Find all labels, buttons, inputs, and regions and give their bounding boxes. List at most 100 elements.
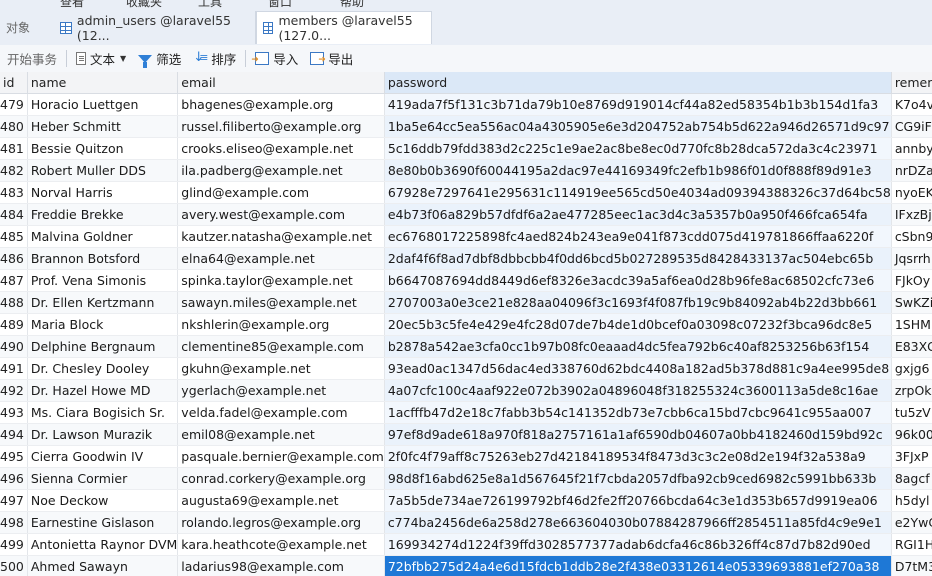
table-row[interactable]: 480 Heber Schmitt russel.filiberto@example… xyxy=(0,115,932,138)
cell-email[interactable]: ladarius98@example.com xyxy=(177,555,385,576)
cell-id[interactable]: 481 xyxy=(0,137,28,160)
cell-email[interactable]: kara.heathcote@example.net xyxy=(177,533,385,556)
cell-remember-token[interactable]: zrpOk xyxy=(891,379,932,402)
table-row[interactable]: 491 Dr. Chesley Dooley gkuhn@example.net 93… xyxy=(0,357,932,380)
cell-name[interactable]: Brannon Botsford xyxy=(27,247,179,270)
cell-password[interactable]: 1ba5e64cc5ea556ac04a4305905e6e3d204752ab… xyxy=(384,115,892,138)
cell-email[interactable]: conrad.corkery@example.org xyxy=(177,467,385,490)
begin-transaction-button[interactable]: 开始事务 xyxy=(0,48,63,70)
cell-email[interactable]: russel.filiberto@example.org xyxy=(177,115,385,138)
cell-password[interactable]: 4a07cfc100c4aaf922e072b3902a04896048f318… xyxy=(384,379,892,402)
column-header-remember-token[interactable]: remember_token xyxy=(891,72,932,94)
cell-email[interactable]: augusta69@example.net xyxy=(177,489,385,512)
cell-password[interactable]: 67928e7297641e295631c114919ee565cd50e403… xyxy=(384,181,892,204)
cell-email[interactable]: spinka.taylor@example.net xyxy=(177,269,385,292)
cell-name[interactable]: Malvina Goldner xyxy=(27,225,179,248)
cell-remember-token[interactable]: FJkOy xyxy=(891,269,932,292)
cell-password[interactable]: e4b73f06a829b57dfdf6a2ae477285eec1ac3d4c… xyxy=(384,203,892,226)
cell-email[interactable]: bhagenes@example.org xyxy=(177,93,385,116)
cell-id[interactable]: 500 xyxy=(0,555,28,576)
cell-email[interactable]: ygerlach@example.net xyxy=(177,379,385,402)
cell-id[interactable]: 486 xyxy=(0,247,28,270)
cell-name[interactable]: Dr. Hazel Howe MD xyxy=(27,379,179,402)
cell-id[interactable]: 485 xyxy=(0,225,28,248)
cell-id[interactable]: 498 xyxy=(0,511,28,534)
table-row[interactable]: 489 Maria Block nkshlerin@example.org 20ec5… xyxy=(0,313,932,336)
cell-email[interactable]: glind@example.com xyxy=(177,181,385,204)
cell-remember-token[interactable]: tu5zV xyxy=(891,401,932,424)
cell-email[interactable]: ila.padberg@example.net xyxy=(177,159,385,182)
tab-objects[interactable]: 对象 xyxy=(6,19,30,36)
cell-password[interactable]: 7a5b5de734ae726199792bf46d2fe2ff20766bcd… xyxy=(384,489,892,512)
table-row[interactable]: 488 Dr. Ellen Kertzmann sawayn.miles@examp… xyxy=(0,291,932,314)
table-row[interactable]: 484 Freddie Brekke avery.west@example.com e… xyxy=(0,203,932,226)
cell-name[interactable]: Earnestine Gislason xyxy=(27,511,179,534)
cell-email[interactable]: avery.west@example.com xyxy=(177,203,385,226)
cell-name[interactable]: Cierra Goodwin IV xyxy=(27,445,179,468)
cell-name[interactable]: Maria Block xyxy=(27,313,179,336)
cell-remember-token[interactable]: IFxzBj xyxy=(891,203,932,226)
cell-password[interactable]: 98d8f16abd625e8a1d567645f21f7cbda2057dfb… xyxy=(384,467,892,490)
cell-remember-token[interactable]: K7o4v xyxy=(891,93,932,116)
cell-remember-token[interactable]: e2YwC xyxy=(891,511,932,534)
cell-name[interactable]: Horacio Luettgen xyxy=(27,93,179,116)
cell-password[interactable]: 8e80b0b3690f60044195a2dac97e44169349fc2e… xyxy=(384,159,892,182)
export-button[interactable]: 导出 xyxy=(304,48,359,70)
cell-email[interactable]: sawayn.miles@example.net xyxy=(177,291,385,314)
menu-item[interactable]: 收藏夹 xyxy=(126,0,162,9)
cell-id[interactable]: 480 xyxy=(0,115,28,138)
cell-password[interactable]: 2daf4f6f8ad7dbf8dbbcbb4f0dd6bcd5b0272895… xyxy=(384,247,892,270)
cell-id[interactable]: 499 xyxy=(0,533,28,556)
cell-remember-token[interactable]: nyoEK xyxy=(891,181,932,204)
table-row[interactable]: 483 Norval Harris glind@example.com 67928e7… xyxy=(0,181,932,204)
cell-name[interactable]: Robert Muller DDS xyxy=(27,159,179,182)
chevron-down-icon[interactable]: ▼ xyxy=(120,54,126,63)
cell-remember-token[interactable]: 1SHM xyxy=(891,313,932,336)
cell-remember-token[interactable]: 8agcf xyxy=(891,467,932,490)
filter-button[interactable]: 筛选 xyxy=(132,48,187,70)
cell-password[interactable]: b2878a542ae3cfa0cc1b97b08fc0eaaad4dc5fea… xyxy=(384,335,892,358)
cell-email[interactable]: nkshlerin@example.org xyxy=(177,313,385,336)
cell-remember-token[interactable]: gxjg6 xyxy=(891,357,932,380)
cell-password[interactable]: b6647087694dd8449d6ef8326e3acdc39a5af6ea… xyxy=(384,269,892,292)
cell-password[interactable]: 93ead0ac1347d56dac4ed338760d62bdc4408a18… xyxy=(384,357,892,380)
cell-id[interactable]: 493 xyxy=(0,401,28,424)
cell-password[interactable]: 20ec5b3c5fe4e429e4fc28d07de7b4de1d0bcef0… xyxy=(384,313,892,336)
tab-admin-users[interactable]: admin_users @laravel55 (12... xyxy=(54,11,256,44)
cell-email[interactable]: crooks.eliseo@example.net xyxy=(177,137,385,160)
cell-remember-token[interactable]: Jqsrrh xyxy=(891,247,932,270)
import-button[interactable]: 导入 xyxy=(249,48,304,70)
cell-password[interactable]: c774ba2456de6a258d278e663604030b07884287… xyxy=(384,511,892,534)
cell-remember-token[interactable]: cSbn9 xyxy=(891,225,932,248)
cell-id[interactable]: 490 xyxy=(0,335,28,358)
table-row[interactable]: 486 Brannon Botsford elna64@example.net 2da… xyxy=(0,247,932,270)
cell-id[interactable]: 495 xyxy=(0,445,28,468)
cell-remember-token[interactable]: 3FJxP xyxy=(891,445,932,468)
cell-name[interactable]: Heber Schmitt xyxy=(27,115,179,138)
cell-id[interactable]: 492 xyxy=(0,379,28,402)
table-row[interactable]: 487 Prof. Vena Simonis spinka.taylor@examp… xyxy=(0,269,932,292)
cell-name[interactable]: Bessie Quitzon xyxy=(27,137,179,160)
table-row[interactable]: 496 Sienna Cormier conrad.corkery@example.… xyxy=(0,467,932,490)
cell-password[interactable]: 2f0fc4f79aff8c75263eb27d42184189534f8473… xyxy=(384,445,892,468)
cell-name[interactable]: Dr. Chesley Dooley xyxy=(27,357,179,380)
cell-name[interactable]: Norval Harris xyxy=(27,181,179,204)
menu-item[interactable]: 帮助 xyxy=(340,0,364,9)
table-row[interactable]: 481 Bessie Quitzon crooks.eliseo@example.n… xyxy=(0,137,932,160)
cell-remember-token[interactable]: nrDZa xyxy=(891,159,932,182)
column-header-name[interactable]: name xyxy=(27,72,179,94)
menu-item[interactable]: 查看 xyxy=(60,0,84,9)
cell-id[interactable]: 489 xyxy=(0,313,28,336)
table-row[interactable]: 493 Ms. Ciara Bogisich Sr. velda.fadel@exa… xyxy=(0,401,932,424)
cell-remember-token[interactable]: SwKZi xyxy=(891,291,932,314)
cell-remember-token[interactable]: 96k00 xyxy=(891,423,932,446)
menu-item[interactable]: 工具 xyxy=(198,0,222,9)
cell-email[interactable]: pasquale.bernier@example.com xyxy=(177,445,385,468)
cell-password[interactable]: 97ef8d9ade618a970f818a2757161a1af6590db0… xyxy=(384,423,892,446)
cell-name[interactable]: Noe Deckow xyxy=(27,489,179,512)
cell-id[interactable]: 496 xyxy=(0,467,28,490)
table-row[interactable]: 497 Noe Deckow augusta69@example.net 7a5b5d… xyxy=(0,489,932,512)
table-row[interactable]: 495 Cierra Goodwin IV pasquale.bernier@exa… xyxy=(0,445,932,468)
cell-email[interactable]: emil08@example.net xyxy=(177,423,385,446)
cell-id[interactable]: 483 xyxy=(0,181,28,204)
